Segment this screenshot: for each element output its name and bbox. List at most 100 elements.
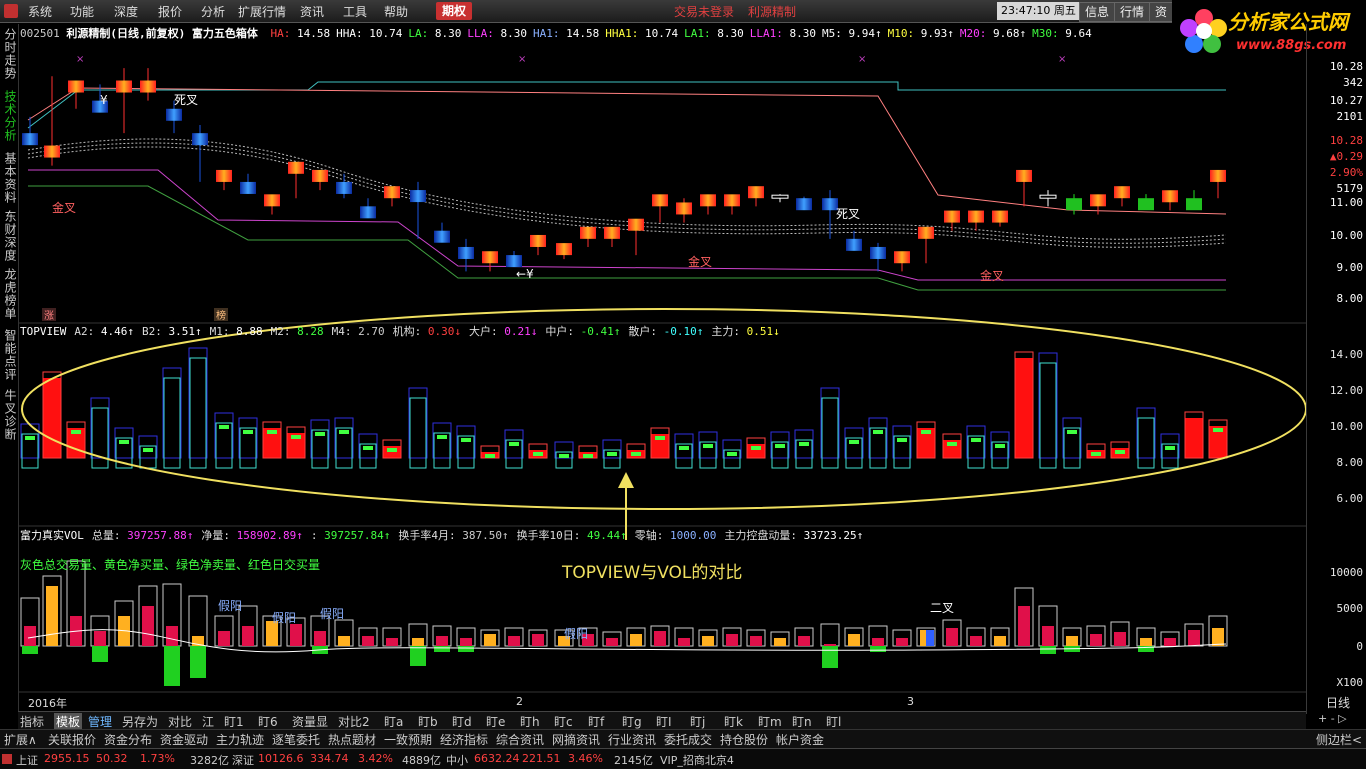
zoom-controls[interactable]: + - ▷ (1318, 712, 1347, 725)
bottom-tab-10[interactable]: 网摘资讯 (552, 731, 600, 748)
topview-mark-0 (25, 436, 35, 440)
bottom-tab-7[interactable]: 一致预期 (384, 731, 432, 748)
toolbar-item-5[interactable]: 江 (202, 713, 214, 730)
indicator-name[interactable]: 富力五色箱体 (192, 27, 258, 40)
toolbar-item-2[interactable]: 管理 (88, 713, 112, 730)
topview-mark-24 (607, 452, 617, 456)
candle-44 (1090, 194, 1106, 207)
bottom-tab-8[interactable]: 经济指标 (440, 731, 488, 748)
trade-login-link[interactable]: 交易未登录 (674, 3, 734, 20)
bottom-tab-9[interactable]: 综合资讯 (496, 731, 544, 748)
bottom-tab-3[interactable]: 资金驱动 (160, 731, 208, 748)
vol-buy-3 (94, 631, 106, 646)
toolbar-item-17[interactable]: 盯g (622, 713, 642, 730)
menu-4[interactable]: 分析 (201, 3, 225, 20)
candle-10 (264, 194, 280, 207)
bottom-tab-2[interactable]: 资金分布 (104, 731, 152, 748)
candle-1 (44, 145, 60, 158)
vol-buy-17 (436, 636, 448, 646)
bottom-tab-4[interactable]: 主力轨迹 (216, 731, 264, 748)
toolbar-item-15[interactable]: 盯c (554, 713, 573, 730)
toolbar-item-8[interactable]: 资量显 (292, 713, 328, 730)
sidebar-item-2[interactable]: 基本资料 (2, 152, 17, 204)
bottom-tab-1[interactable]: 关联报价 (48, 731, 96, 748)
bottom-tab-0[interactable]: 扩展∧ (4, 731, 37, 748)
toolbar-item-22[interactable]: 盯n (792, 713, 812, 730)
vol-header: 富力真实VOL 总量: 397257.88↑ 净量: 158902.89↑: 397… (20, 527, 871, 543)
period-label[interactable]: 日线 (1326, 694, 1350, 711)
toolbar-item-18[interactable]: 盯I (656, 713, 672, 730)
topview-mark-17 (437, 435, 447, 439)
sidebar-item-1[interactable]: 技术分析 (2, 90, 17, 142)
sidebar-item-3[interactable]: 东财深度 (2, 210, 17, 262)
header-item-4: M2: 8.28 (270, 325, 324, 338)
menu-2[interactable]: 深度 (114, 3, 138, 20)
news-button[interactable]: 资 (1149, 2, 1174, 22)
quote-button[interactable]: 行情 (1114, 2, 1151, 22)
bottom-tab-14[interactable]: 帐户资金 (776, 731, 824, 748)
bottom-tab-6[interactable]: 热点题材 (328, 731, 376, 748)
vol-buy-8 (218, 631, 230, 646)
toolbar-item-9[interactable]: 对比2 (338, 713, 370, 730)
info-button[interactable]: 信息 (1079, 2, 1116, 22)
header-item-10: 主力: 0.51↓ (711, 325, 780, 338)
topview-mark-27 (679, 446, 689, 450)
menu-3[interactable]: 报价 (158, 3, 182, 20)
topview-axis-0: 14.00 (1329, 348, 1363, 361)
bottom-tab-12[interactable]: 委托成交 (664, 731, 712, 748)
header-item-0: 富力真实VOL (20, 529, 84, 542)
toolbar-item-11[interactable]: 盯b (418, 713, 438, 730)
toolbar-item-23[interactable]: 盯l (826, 713, 841, 730)
toolbar-item-3[interactable]: 另存为 (122, 713, 158, 730)
vol-buy-11 (290, 624, 302, 646)
toolbar-item-16[interactable]: 盯f (588, 713, 604, 730)
toolbar-item-6[interactable]: 盯1 (224, 713, 244, 730)
toolbar-item-19[interactable]: 盯j (690, 713, 705, 730)
toolbar-item-20[interactable]: 盯k (724, 713, 743, 730)
menu-6[interactable]: 资讯 (300, 3, 324, 20)
tab-options[interactable]: 期权 (436, 2, 473, 20)
vol-buy-32 (798, 636, 810, 646)
candle-46 (1138, 198, 1154, 211)
sidebar-item-6[interactable]: 牛叉诊断 (2, 389, 17, 441)
bottom-tab-11[interactable]: 行业资讯 (608, 731, 656, 748)
toolbar-item-14[interactable]: 盯h (520, 713, 540, 730)
stock-name-link[interactable]: 利源精制 (748, 3, 796, 20)
menu-1[interactable]: 功能 (70, 3, 94, 20)
candle-28 (700, 194, 716, 207)
yen-label: ¥ (100, 93, 108, 107)
toolbar-item-13[interactable]: 盯e (486, 713, 505, 730)
status-item-2: 50.32 (96, 752, 128, 765)
toolbar-item-4[interactable]: 对比 (168, 713, 192, 730)
vol-buy-12 (314, 631, 326, 646)
sidebar-item-4[interactable]: 龙虎榜单 (2, 268, 17, 320)
jincha-label-0: 金叉 (52, 200, 76, 215)
bottom-tab-5[interactable]: 逐笔委托 (272, 731, 320, 748)
candle-4 (116, 80, 132, 93)
main-chart[interactable]: 金叉金叉金叉死叉死叉¥←¥涨 榜× × × ×假阳假阳 假阳假阳二叉 (18, 40, 1306, 710)
header-item-3: : 397257.84↑ (310, 529, 391, 542)
topview-mark-44 (1091, 452, 1101, 456)
menu-0[interactable]: 系统 (28, 3, 52, 20)
toolbar-item-21[interactable]: 盯m (758, 713, 782, 730)
topview-mark-28 (703, 444, 713, 448)
topview-mark-22 (559, 454, 569, 458)
header-item-6: 机构: 0.30↓ (392, 325, 461, 338)
sidebar-toggle[interactable]: 侧边栏< (1316, 731, 1362, 748)
menu-8[interactable]: 帮助 (384, 3, 408, 20)
candle-8 (216, 169, 232, 182)
status-item-13: 3.46% (568, 752, 603, 765)
menu-5[interactable]: 扩展行情 (238, 3, 286, 20)
toolbar-item-10[interactable]: 盯a (384, 713, 403, 730)
toolbar-item-0[interactable]: 指标 (20, 713, 44, 730)
app-icon[interactable] (4, 4, 18, 18)
menu-7[interactable]: 工具 (343, 3, 367, 20)
sidebar-item-0[interactable]: 分时走势 (2, 28, 17, 80)
param-9: M10: 9.93↑ (887, 27, 954, 40)
header-item-7: 大户: 0.21↓ (468, 325, 538, 338)
bottom-tab-13[interactable]: 持仓股份 (720, 731, 768, 748)
toolbar-item-7[interactable]: 盯6 (258, 713, 278, 730)
sidebar-item-5[interactable]: 智能点评 (2, 329, 17, 381)
toolbar-item-1[interactable]: 模板 (54, 713, 83, 730)
toolbar-item-12[interactable]: 盯d (452, 713, 472, 730)
